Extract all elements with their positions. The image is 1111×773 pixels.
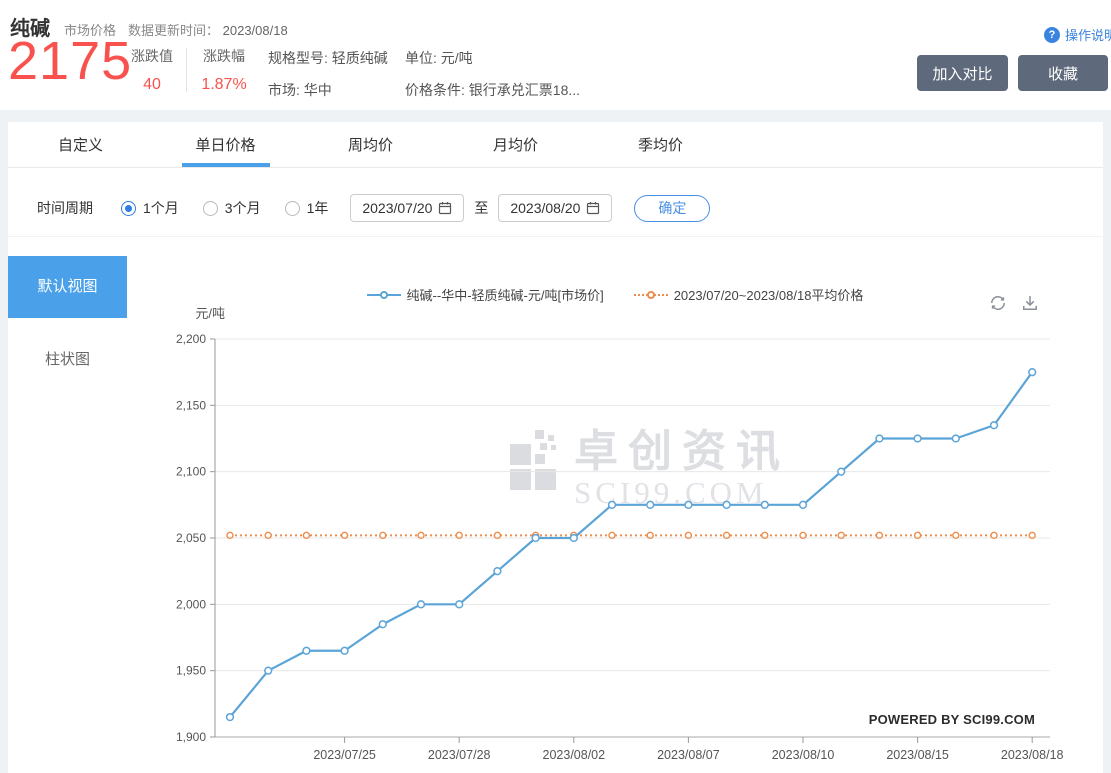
date-to-value: 2023/08/20 (510, 200, 581, 216)
change-value-block: 涨跌值 40 (124, 46, 180, 94)
period-label: 时间周期 (37, 200, 93, 216)
dotted-line-marker-icon (633, 289, 668, 300)
tab-custom[interactable]: 自定义 (8, 122, 153, 167)
date-to-input[interactable]: 2023/08/20 (498, 194, 613, 222)
update-time: 数据更新时间： 2023/08/18 (128, 20, 288, 39)
content-card: 自定义 单日价格 周均价 月均价 季均价 时间周期 1个月 3个月 1年 202… (8, 122, 1103, 773)
tab-quarterly-avg[interactable]: 季均价 (588, 122, 733, 167)
question-icon: ? (1043, 26, 1060, 43)
powered-by-label: POWERED BY SCI99.COM (868, 712, 1035, 727)
svg-text:元/吨: 元/吨 (195, 306, 225, 321)
update-time-label: 数据更新时间： (128, 23, 220, 38)
spec-text: 规格型号: 轻质纯碱 (268, 50, 388, 66)
change-pct-label: 涨跌幅 (203, 48, 245, 64)
calendar-icon (439, 202, 452, 215)
svg-text:2023/08/07: 2023/08/07 (657, 748, 720, 762)
svg-text:2023/07/28: 2023/07/28 (428, 748, 491, 762)
unit-text: 单位: 元/吨 (405, 50, 473, 66)
price-line-chart: 1,900 1,950 2,000 2,050 2,100 2,150 2,200 元/吨 20… (176, 306, 1064, 762)
radio-1-month-circle (121, 200, 136, 216)
radio-1-year-circle (284, 200, 300, 216)
svg-text:2,050: 2,050 (176, 531, 206, 545)
tab-weekly-avg[interactable]: 周均价 (298, 122, 443, 167)
condition-text: 价格条件: 银行承兑汇票18... (405, 82, 581, 98)
tab-daily-price[interactable]: 单日价格 (153, 122, 298, 167)
period-radio-group: 1个月 3个月 1年 (121, 198, 328, 218)
calendar-icon (587, 202, 600, 215)
page-header: 纯碱 市场价格 数据更新时间： 2023/08/18 2175 涨跌值 40 涨… (0, 0, 1111, 110)
chart-section: 默认视图 柱状图 纯碱--华中-轻质纯碱-元/吨[市场价] 2023/07/20… (8, 237, 1103, 773)
help-label: 操作说明 (1064, 28, 1111, 43)
date-from-value: 2023/07/20 (362, 200, 433, 216)
update-time-value: 2023/08/18 (222, 23, 288, 38)
change-value-label: 涨跌值 (131, 48, 173, 64)
svg-text:1,900: 1,900 (176, 730, 206, 744)
current-price: 2175 (8, 31, 133, 91)
confirm-button[interactable]: 确定 (634, 194, 711, 222)
add-compare-button[interactable]: 加入对比 (917, 55, 1008, 91)
svg-text:2,200: 2,200 (176, 332, 206, 346)
radio-3-month-circle (202, 200, 218, 216)
svg-text:2023/08/10: 2023/08/10 (772, 748, 835, 762)
svg-text:2023/08/18: 2023/08/18 (1001, 748, 1064, 762)
svg-text:2023/07/25: 2023/07/25 (313, 748, 376, 762)
sidebar-item-bar-chart[interactable]: 柱状图 (8, 345, 127, 375)
change-pct: 1.87% (201, 76, 247, 93)
svg-text:1,950: 1,950 (176, 664, 206, 678)
favorite-button[interactable]: 收藏 (1018, 55, 1108, 91)
radio-1-month[interactable]: 1个月 (121, 198, 179, 218)
line-marker-icon (366, 289, 401, 300)
sidebar-item-default-view[interactable]: 默认视图 (8, 256, 127, 318)
svg-text:2023/08/02: 2023/08/02 (543, 748, 606, 762)
radio-3-month[interactable]: 3个月 (202, 198, 261, 218)
time-filter-row: 时间周期 1个月 3个月 1年 2023/07/20 至 2023/08/20 … (8, 168, 1103, 237)
help-link[interactable]: ? 操作说明 (1043, 25, 1111, 44)
radio-1-month-label: 1个月 (143, 200, 179, 216)
svg-text:2,100: 2,100 (176, 465, 206, 479)
chart-area: 纯碱--华中-轻质纯碱-元/吨[市场价] 2023/07/20~2023/08/… (127, 237, 1103, 773)
date-from-input[interactable]: 2023/07/20 (350, 194, 465, 222)
header-divider (186, 48, 187, 92)
svg-text:2,000: 2,000 (176, 597, 206, 611)
radio-1-year-label: 1年 (306, 200, 329, 216)
svg-text:2,150: 2,150 (176, 398, 206, 412)
radio-1-year[interactable]: 1年 (284, 198, 329, 218)
spec-market-block: 规格型号: 轻质纯碱 市场: 华中 (268, 48, 388, 100)
svg-text:2023/08/15: 2023/08/15 (886, 748, 949, 762)
to-label: 至 (474, 200, 489, 216)
change-value: 40 (143, 76, 161, 93)
tab-monthly-avg[interactable]: 月均价 (443, 122, 588, 167)
radio-3-month-label: 3个月 (224, 200, 261, 216)
change-pct-block: 涨跌幅 1.87% (196, 46, 252, 94)
market-text: 市场: 华中 (268, 82, 332, 98)
price-tabs: 自定义 单日价格 周均价 月均价 季均价 (8, 122, 1103, 168)
unit-condition-block: 单位: 元/吨 价格条件: 银行承兑汇票18... (405, 48, 580, 100)
